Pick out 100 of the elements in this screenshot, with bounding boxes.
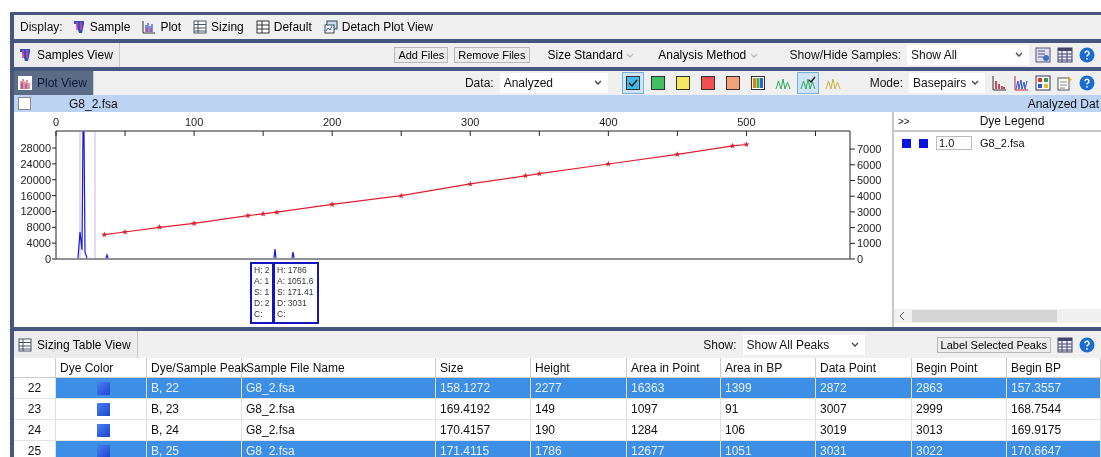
caret-icon xyxy=(626,53,635,59)
layout-icon xyxy=(255,20,270,34)
column-header[interactable]: Data Point xyxy=(820,360,877,375)
column-header[interactable]: Sample File Name xyxy=(246,360,345,375)
bar-chart-icon[interactable] xyxy=(991,75,1007,91)
table-cell: 16363 xyxy=(631,381,665,395)
x-tick-label: 300 xyxy=(461,116,480,128)
size-marker xyxy=(729,142,736,149)
help-icon[interactable] xyxy=(1079,47,1095,63)
mode-label: Mode: xyxy=(868,76,903,90)
caret-icon xyxy=(749,53,758,59)
show-peaks-select[interactable]: Show All Peaks xyxy=(742,334,865,355)
y-tick-label: 1000 xyxy=(857,237,882,250)
column-header[interactable]: Begin Point xyxy=(916,360,978,375)
display-label: Display: xyxy=(19,20,63,34)
sample-tubes-icon xyxy=(71,20,86,34)
table-cell: B, 23 xyxy=(151,402,180,416)
display-button[interactable]: Plot xyxy=(139,20,185,34)
settings-icon[interactable] xyxy=(1057,75,1073,91)
display-button[interactable]: Sample xyxy=(68,20,134,34)
horizontal-scrollbar[interactable] xyxy=(894,309,1101,323)
peak-tooltip: H: 2 A: 1 S: 1 D: 2 C: xyxy=(250,262,273,324)
y-tick-label: 4000 xyxy=(857,190,882,203)
dye-color-swatch xyxy=(96,423,110,437)
table-cell: B, 24 xyxy=(151,423,180,437)
column-header[interactable]: Area in BP xyxy=(725,360,783,375)
scroll-left-icon[interactable] xyxy=(898,311,906,321)
y-tick-label: 6000 xyxy=(857,158,882,171)
table-cell: 190 xyxy=(535,423,556,437)
size-marker xyxy=(244,212,251,219)
table-list-icon xyxy=(193,20,208,34)
column-header[interactable]: Height xyxy=(535,360,570,375)
table-row[interactable]: 23 B, 23 G8_2.fsa 169.4192 149 1097 91 3007 2999 168.7544 xyxy=(14,399,1101,420)
display-button[interactable]: Default xyxy=(252,20,315,34)
table-cell: 2999 xyxy=(916,402,943,416)
color-swatch-icon xyxy=(649,75,666,91)
label-peaks-button[interactable]: Label Selected Peaks xyxy=(936,336,1051,353)
table-cell: 3013 xyxy=(916,423,943,437)
table-cell: 171.4115 xyxy=(440,444,490,457)
column-header[interactable]: Size xyxy=(440,360,464,375)
dye-color-swatch xyxy=(96,381,110,395)
display-button[interactable]: Sizing xyxy=(190,20,247,34)
dye-filter-button[interactable] xyxy=(621,72,644,94)
display-button[interactable]: Detach Plot View xyxy=(320,20,436,34)
column-header[interactable]: Dye Color xyxy=(60,360,114,375)
size-marker xyxy=(329,201,336,207)
table-row[interactable]: 22 B, 22 G8_2.fsa 158.1272 2277 16363 1399 2872 2863 157.3557 xyxy=(14,378,1101,399)
row-number: 22 xyxy=(27,381,42,395)
y-tick-label: 3000 xyxy=(857,205,882,218)
table-list-icon xyxy=(18,337,32,352)
sizing-table-tab[interactable]: Sizing Table View xyxy=(14,331,138,358)
table-icon[interactable] xyxy=(1057,336,1073,353)
peaks-check-icon xyxy=(799,75,816,91)
column-header[interactable]: Begin BP xyxy=(1011,360,1062,375)
table-cell: 170.4157 xyxy=(440,423,491,437)
table-icon[interactable] xyxy=(1057,47,1073,63)
table-cell: 169.9175 xyxy=(1011,423,1062,437)
table-cell: B, 25 xyxy=(151,444,180,457)
expand-button[interactable]: >> xyxy=(898,115,910,127)
table-cell: 168.7544 xyxy=(1011,402,1062,416)
table-row[interactable]: 25 B, 25 G8_2.fsa 171.4115 1786 12677 1051 3031 3022 170.6647 xyxy=(14,441,1101,457)
scale-field[interactable]: 1.0 xyxy=(936,136,972,150)
table-cell: G8_2.fsa xyxy=(246,423,295,437)
multicolor-swatch-icon xyxy=(749,75,766,91)
sample-checkbox[interactable] xyxy=(18,97,31,110)
column-header[interactable]: Dye/Sample Peak xyxy=(151,360,248,375)
help-icon[interactable] xyxy=(1079,75,1095,91)
table-cell: G8_2.fsa xyxy=(246,402,295,416)
size-marker xyxy=(743,141,750,148)
y-tick-label: 7000 xyxy=(857,143,882,156)
caret-icon xyxy=(850,341,859,348)
data-select[interactable]: Analyzed xyxy=(499,73,608,93)
table-cell: 1786 xyxy=(535,444,562,457)
caret-icon xyxy=(1015,52,1023,58)
samples-view-tab[interactable]: Samples View xyxy=(14,43,120,67)
color-grid-icon[interactable] xyxy=(1035,75,1051,91)
data-label: Data: xyxy=(463,76,494,90)
size-marker xyxy=(156,224,163,230)
size-marker xyxy=(605,160,612,167)
preview-icon[interactable] xyxy=(1035,47,1051,63)
file-button[interactable]: Remove Files xyxy=(454,47,530,63)
x-tick-label: 200 xyxy=(322,116,342,128)
table-cell: 1097 xyxy=(631,402,658,416)
show-hide-select[interactable]: Show All xyxy=(907,45,1029,65)
file-button[interactable]: Add Files xyxy=(394,47,449,63)
x-tick-label: 0 xyxy=(52,116,60,128)
menu-dropdown[interactable]: Size Standard xyxy=(541,47,641,63)
sample-file-name: G8_2.fsa xyxy=(69,96,118,111)
help-icon[interactable] xyxy=(1079,336,1095,353)
table-cell: 2863 xyxy=(916,381,943,395)
table-cell: 169.4192 xyxy=(440,402,491,416)
table-cell: 149 xyxy=(535,402,556,416)
row-number: 25 xyxy=(27,444,42,457)
peak-chart-icon[interactable] xyxy=(1013,75,1029,91)
sample-tubes-icon xyxy=(18,48,32,62)
column-header[interactable]: Area in Point xyxy=(631,360,700,375)
show-hide-label: Show/Hide Samples: xyxy=(788,48,901,62)
table-cell: B, 22 xyxy=(151,381,180,395)
menu-dropdown[interactable]: Analysis Method xyxy=(652,47,764,63)
mode-select[interactable]: Basepairs xyxy=(909,73,985,93)
